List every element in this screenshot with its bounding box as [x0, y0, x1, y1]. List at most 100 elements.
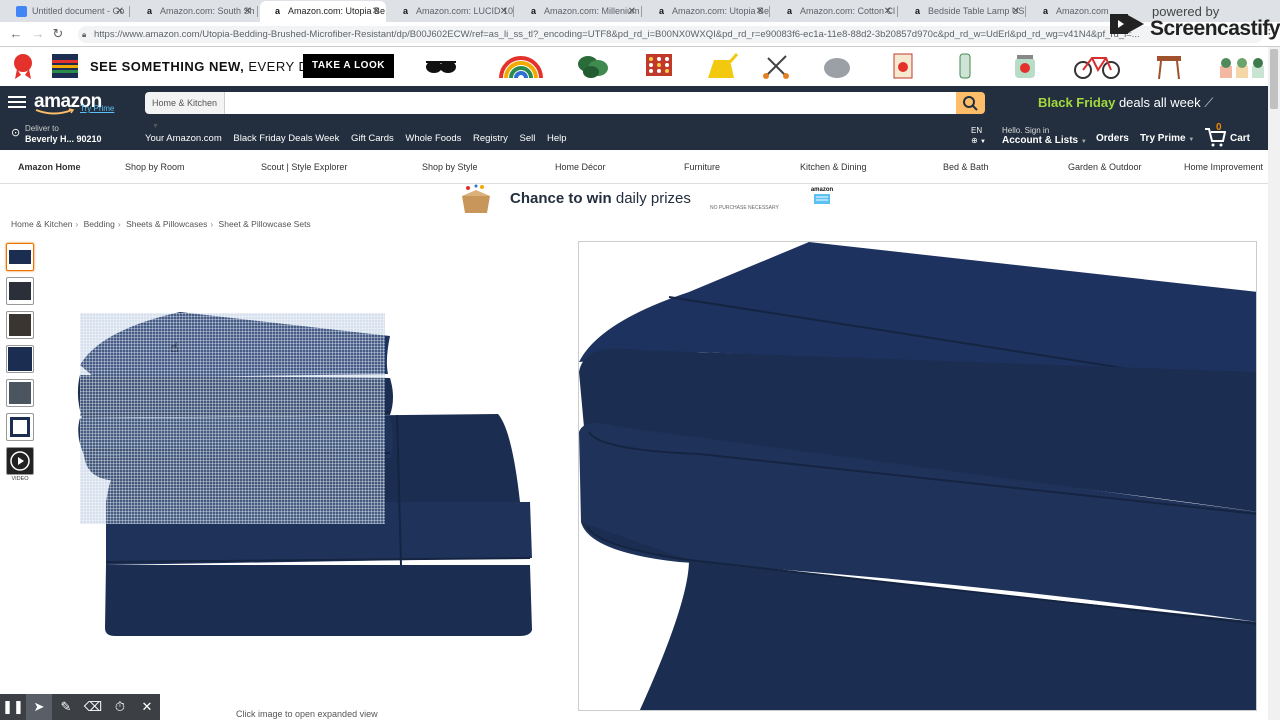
nav-link-black-friday[interactable]: Black Friday Deals Week — [233, 133, 339, 144]
account-lists[interactable]: Hello. Sign in Account & Lists ▼ — [1002, 126, 1087, 147]
breadcrumb: Home & Kitchen › Bedding › Sheets & Pillow… — [11, 219, 311, 229]
rainbow-icon[interactable] — [498, 52, 544, 80]
tab-amazon-utopia[interactable]: a Amazon.com: Utopia Be ✕ — [644, 1, 770, 22]
close-icon[interactable]: ✕ — [500, 1, 508, 22]
nav-link-help[interactable]: Help — [547, 133, 567, 144]
tab-amazon-south-shore[interactable]: a Amazon.com: South Sh ✕ — [132, 1, 258, 22]
thumbnail-3[interactable] — [6, 311, 34, 339]
try-prime-link[interactable]: Try Prime — [80, 104, 114, 113]
nav-link-your-amazon[interactable]: Your Amazon.com — [145, 133, 222, 144]
close-toolbar-icon[interactable]: ✕ — [134, 694, 160, 720]
search-button[interactable] — [956, 92, 985, 114]
subnav-kitchen-dining[interactable]: Kitchen & Dining — [800, 162, 867, 172]
close-icon[interactable]: ✕ — [372, 1, 380, 22]
tab-amazon-cotton[interactable]: a Amazon.com: Cotton Cl ✕ — [772, 1, 898, 22]
pause-icon[interactable]: ❚❚ — [0, 694, 26, 720]
language-selector[interactable]: EN ⊕ ▼ — [971, 126, 986, 147]
nav-link-whole-foods[interactable]: Whole Foods — [405, 133, 461, 144]
cart-button[interactable]: 0 Cart — [1204, 122, 1254, 148]
tab-title: Amazon.com: To — [1056, 6, 1108, 16]
subnav-scout[interactable]: Scout | Style Explorer — [261, 162, 347, 172]
pen-tool-icon[interactable]: ✎ — [53, 694, 79, 720]
tab-amazon-millenium[interactable]: a Amazon.com: Millenium ✕ — [516, 1, 642, 22]
close-icon[interactable]: ✕ — [756, 1, 764, 22]
zoomed-sheet-image — [579, 242, 1256, 710]
cursor-tool-icon[interactable]: ➤ — [26, 694, 52, 720]
orders-link[interactable]: Orders — [1096, 133, 1129, 144]
forward-icon[interactable]: → — [30, 26, 46, 42]
banner-note: NO PURCHASE NECESSARY — [710, 205, 779, 211]
close-icon[interactable]: ✕ — [628, 1, 636, 22]
url-field[interactable]: 🔒︎ https://www.amazon.com/Utopia-Bedding… — [78, 26, 1263, 43]
deliver-to[interactable]: ⊙ Deliver to Beverly H... 90210 — [11, 124, 102, 144]
cart-count: 0 — [1216, 122, 1222, 133]
expand-image-caption[interactable]: Click image to open expanded view — [236, 709, 378, 719]
nav-link-gift-cards[interactable]: Gift Cards — [351, 133, 394, 144]
breadcrumb-sheet-sets[interactable]: Sheet & Pillowcase Sets — [219, 219, 311, 229]
tab-amazon-to[interactable]: a Amazon.com: To — [1028, 1, 1108, 22]
subnav-bed-bath[interactable]: Bed & Bath — [943, 162, 989, 172]
plant-icon[interactable] — [576, 52, 610, 80]
thumbnail-4[interactable] — [6, 345, 34, 373]
thumbnail-1[interactable] — [6, 243, 34, 271]
tab-title: Amazon.com: Cotton Cl — [800, 6, 896, 16]
subnav-home-improvement[interactable]: Home Improvement — [1184, 162, 1263, 172]
tab-amazon-lucid[interactable]: a Amazon.com: LUCID 10 ✕ — [388, 1, 514, 22]
eraser-tool-icon[interactable]: ⌫ — [80, 694, 106, 720]
scrollbar-thumb[interactable] — [1270, 49, 1278, 109]
tab-bedside-lamp[interactable]: a Bedside Table Lamp US ✕ — [900, 1, 1026, 22]
try-prime-menu[interactable]: Try Prime ▼ — [1140, 133, 1194, 144]
thumbnail-video[interactable] — [6, 447, 34, 475]
search-icon — [963, 96, 978, 111]
succulent-pots-icon[interactable] — [1216, 52, 1268, 80]
reload-icon[interactable]: ↻ — [50, 26, 66, 42]
subnav-garden-outdoor[interactable]: Garden & Outdoor — [1068, 162, 1142, 172]
award-ribbon-icon — [14, 54, 32, 79]
black-friday-promo[interactable]: Black Friday deals all week ⟋ — [1038, 95, 1213, 111]
close-icon[interactable]: ✕ — [884, 1, 892, 22]
screencastify-watermark: powered by Screencastify — [1106, 0, 1280, 44]
connect-four-icon[interactable] — [642, 52, 676, 80]
subnav-amazon-home[interactable]: Amazon Home — [18, 162, 81, 172]
bottle-icon[interactable] — [948, 52, 982, 80]
timer-icon[interactable]: ⏱︎ — [107, 694, 133, 720]
back-icon[interactable]: ← — [8, 26, 24, 42]
amazon-icon: a — [530, 6, 536, 16]
search-category-dropdown[interactable]: Home & Kitchen ▼ — [145, 92, 225, 130]
tab-title: Amazon.com: South Sh — [160, 6, 255, 16]
thumbnail-2[interactable] — [6, 277, 34, 305]
tab-title: Amazon.com: Utopia Be — [288, 6, 386, 16]
subnav-home-decor[interactable]: Home Décor — [555, 162, 606, 172]
close-icon[interactable]: ✕ — [1012, 1, 1020, 22]
stool-icon[interactable] — [1152, 52, 1186, 80]
bicycle-icon[interactable] — [1072, 52, 1122, 80]
scissors-icon[interactable] — [760, 52, 794, 80]
nav-link-sell[interactable]: Sell — [520, 133, 536, 144]
thumbnail-6[interactable] — [6, 413, 34, 441]
zoom-lens-overlay — [80, 313, 385, 524]
nav-link-registry[interactable]: Registry — [473, 133, 508, 144]
sunglasses-icon[interactable] — [424, 52, 458, 80]
tab-amazon-utopia-active[interactable]: a Amazon.com: Utopia Be ✕ — [260, 1, 386, 22]
page-scrollbar[interactable] — [1268, 47, 1280, 720]
subnav-furniture[interactable]: Furniture — [684, 162, 720, 172]
yellow-watering-can-icon[interactable] — [704, 52, 738, 80]
search-input[interactable] — [225, 92, 956, 114]
gift-box-icon — [462, 184, 490, 213]
breadcrumb-home-kitchen[interactable]: Home & Kitchen — [11, 219, 72, 229]
promo-slogan: SEE SOMETHING NEW, EVERY DAY. — [90, 59, 329, 74]
subnav-shop-by-room[interactable]: Shop by Room — [125, 162, 185, 172]
subnav-shop-by-style[interactable]: Shop by Style — [422, 162, 478, 172]
stone-icon[interactable] — [820, 52, 854, 80]
close-icon[interactable]: ✕ — [116, 1, 124, 22]
breadcrumb-sheets-pillowcases[interactable]: Sheets & Pillowcases — [126, 219, 207, 229]
close-icon[interactable]: ✕ — [244, 1, 252, 22]
hamburger-menu-icon[interactable] — [8, 94, 26, 110]
prize-banner[interactable]: Chance to win daily prizes NO PURCHASE N… — [420, 184, 850, 214]
tab-google-docs[interactable]: Untitled document - Go ✕ — [4, 1, 130, 22]
jar-icon[interactable] — [1008, 52, 1042, 80]
thumbnail-5[interactable] — [6, 379, 34, 407]
cereal-box-icon[interactable] — [886, 52, 920, 80]
take-a-look-button[interactable]: TAKE A LOOK — [303, 54, 394, 78]
breadcrumb-bedding[interactable]: Bedding — [84, 219, 115, 229]
